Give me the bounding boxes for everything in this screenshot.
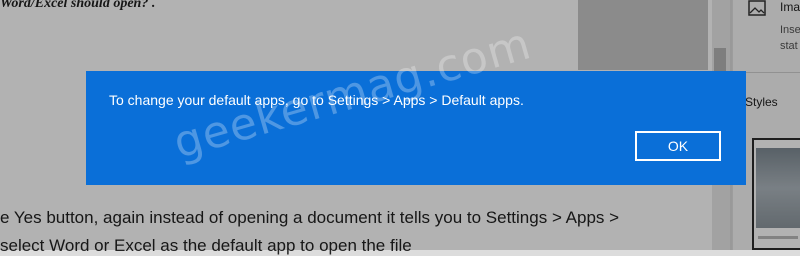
ok-button[interactable]: OK: [635, 131, 721, 161]
